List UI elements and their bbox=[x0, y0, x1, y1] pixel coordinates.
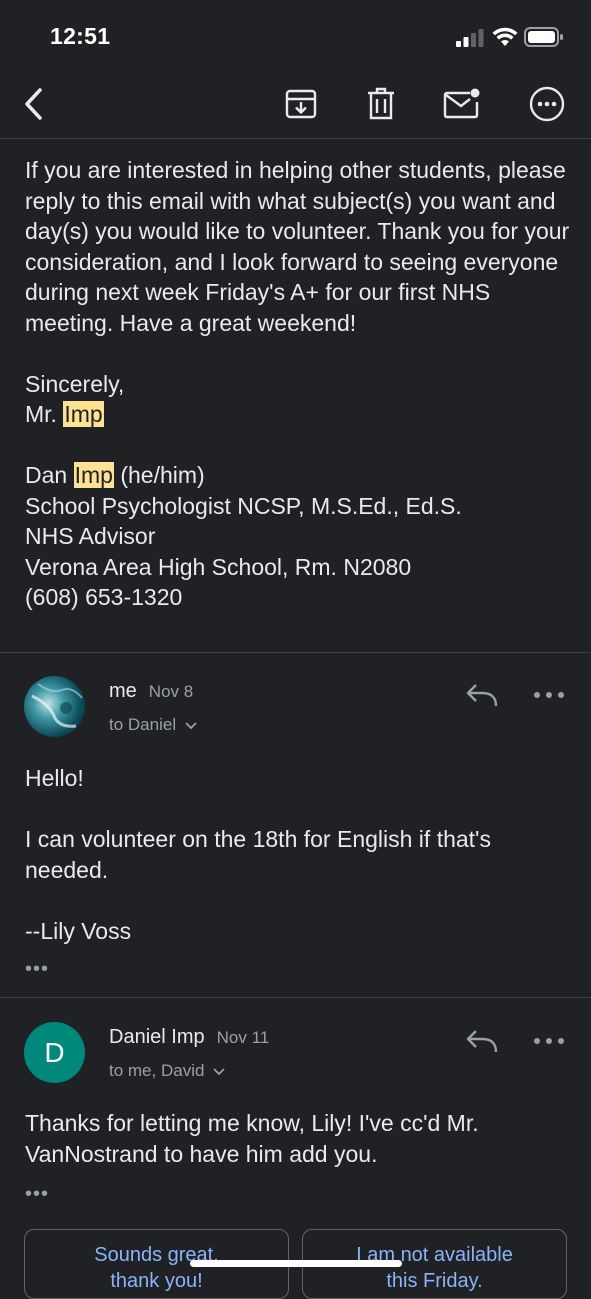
signoff: --Lily Voss bbox=[25, 917, 132, 944]
wifi-icon bbox=[492, 27, 518, 46]
reply-icon[interactable] bbox=[462, 1026, 502, 1056]
chevron-left-icon bbox=[25, 88, 42, 120]
message-date: Nov 11 bbox=[216, 1028, 270, 1047]
sig-first-name: Dan bbox=[25, 462, 68, 488]
message-header-2[interactable]: me Nov 8 to Daniel bbox=[0, 670, 591, 750]
body-paragraph: I can volunteer on the 18th for English … bbox=[25, 826, 491, 883]
message-header-3[interactable]: D Daniel Imp Nov 11 to me, David bbox=[0, 1016, 591, 1096]
sign-prefix: Mr. bbox=[25, 401, 57, 427]
show-trimmed-content-button[interactable]: ••• bbox=[25, 1183, 49, 1206]
avatar-image bbox=[24, 676, 85, 737]
archive-icon bbox=[285, 89, 317, 119]
signature-title: School Psychologist NCSP, M.S.Ed., Ed.S. bbox=[25, 492, 462, 519]
chevron-down-icon bbox=[185, 721, 197, 729]
chevron-down-icon bbox=[213, 1067, 225, 1075]
greeting: Hello! bbox=[25, 765, 84, 791]
email-toolbar bbox=[0, 70, 591, 139]
message-body-2: Hello! I can volunteer on the 18th for E… bbox=[25, 763, 570, 946]
battery-icon bbox=[524, 27, 563, 47]
signature-short: Mr. Imp bbox=[25, 399, 570, 430]
more-horizontal-icon[interactable] bbox=[530, 685, 568, 705]
avatar bbox=[24, 676, 85, 737]
signature-school: Verona Area High School, Rm. N2080 bbox=[25, 553, 412, 580]
body-paragraph: Thanks for letting me know, Lily! I've c… bbox=[25, 1110, 479, 1167]
signature-name: Dan Imp (he/him) bbox=[25, 460, 570, 491]
search-highlight: Imp bbox=[73, 462, 114, 488]
delete-button[interactable] bbox=[361, 84, 401, 124]
archive-button[interactable] bbox=[281, 84, 321, 124]
body-paragraph: If you are interested in helping other s… bbox=[25, 157, 570, 336]
sender-line: Daniel Imp Nov 11 bbox=[109, 1026, 269, 1049]
status-time: 12:51 bbox=[50, 23, 111, 49]
mark-unread-button[interactable] bbox=[442, 84, 482, 124]
show-trimmed-content-button[interactable]: ••• bbox=[25, 958, 49, 981]
recipient-toggle[interactable]: to Daniel bbox=[109, 715, 197, 735]
search-highlight: Imp bbox=[63, 401, 104, 427]
more-horizontal-icon[interactable] bbox=[530, 1031, 568, 1051]
message-body-3: Thanks for letting me know, Lily! I've c… bbox=[25, 1108, 570, 1169]
trash-icon bbox=[368, 87, 394, 120]
cellular-signal-icon bbox=[456, 29, 484, 47]
message-divider bbox=[0, 652, 591, 653]
mark-unread-icon bbox=[443, 88, 480, 119]
avatar-letter: D bbox=[44, 1036, 65, 1068]
signature-role: NHS Advisor bbox=[25, 523, 156, 549]
message-date: Nov 8 bbox=[148, 682, 194, 701]
recipient-text: to Daniel bbox=[109, 715, 177, 734]
closing-line: Sincerely, bbox=[25, 370, 125, 397]
sender-name: me bbox=[109, 680, 137, 702]
more-circle-icon bbox=[529, 86, 565, 122]
back-button[interactable] bbox=[14, 84, 54, 124]
signature-phone[interactable]: (608) 653-1320 bbox=[25, 582, 570, 613]
sender-name: Daniel Imp bbox=[109, 1026, 205, 1048]
recipient-toggle[interactable]: to me, David bbox=[109, 1061, 225, 1081]
message-divider bbox=[0, 997, 591, 998]
smart-reply-line2: thank you! bbox=[110, 1270, 203, 1292]
status-bar: 12:51 bbox=[0, 0, 591, 70]
recipient-text: to me, David bbox=[109, 1061, 205, 1080]
message-body-1: If you are interested in helping other s… bbox=[25, 155, 570, 613]
smart-reply-line2: this Friday. bbox=[386, 1270, 483, 1292]
more-options-button[interactable] bbox=[527, 84, 567, 124]
sig-pronouns: (he/him) bbox=[120, 462, 205, 488]
sender-line: me Nov 8 bbox=[109, 680, 193, 703]
reply-icon[interactable] bbox=[462, 680, 502, 710]
avatar: D bbox=[24, 1022, 85, 1083]
home-indicator[interactable] bbox=[190, 1260, 402, 1267]
